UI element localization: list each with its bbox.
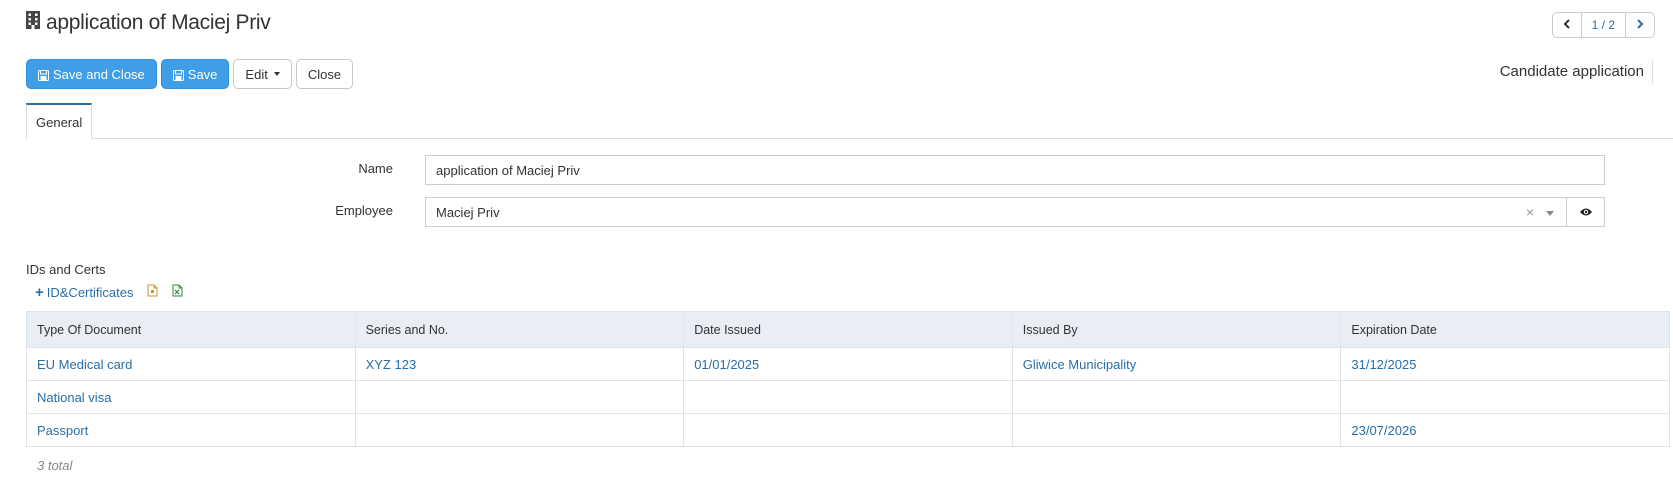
column-header[interactable]: Expiration Date xyxy=(1340,311,1670,348)
close-label: Close xyxy=(307,66,342,82)
tab-general-label: General xyxy=(36,114,83,130)
export-excel-icon[interactable] xyxy=(172,284,183,300)
table-cell[interactable] xyxy=(354,380,685,414)
page-title: application of Maciej Priv xyxy=(25,10,271,36)
table-cell[interactable]: National visa xyxy=(26,380,356,414)
edit-dropdown-button[interactable]: Edit xyxy=(233,59,292,89)
add-id-certificate-link[interactable]: + ID&Certificates xyxy=(35,285,133,300)
table-row[interactable]: National visa xyxy=(26,380,1670,414)
table-total-count: 3 total xyxy=(37,458,73,473)
form-type-label: Candidate application xyxy=(1500,60,1653,84)
close-button[interactable]: Close xyxy=(295,59,354,89)
table-cell[interactable] xyxy=(1340,380,1670,414)
caret-down-icon xyxy=(273,72,280,76)
view-employee-button[interactable] xyxy=(1567,197,1605,227)
table-cell[interactable] xyxy=(683,413,1013,447)
pager-position: 1 / 2 xyxy=(1580,13,1626,37)
column-header[interactable]: Issued By xyxy=(1011,311,1342,348)
edit-label: Edit xyxy=(245,66,268,82)
form-toolbar: Save and Close Save Edit Close xyxy=(26,59,354,89)
table-cell[interactable]: Passport xyxy=(26,413,356,447)
tab-general[interactable]: General xyxy=(26,103,93,140)
employee-row: Employee Maciej Priv × xyxy=(0,197,1673,227)
save-button[interactable]: Save xyxy=(160,59,230,89)
name-label: Name xyxy=(358,161,393,176)
name-input[interactable]: application of Maciej Priv xyxy=(425,155,1605,185)
export-document-icon[interactable] xyxy=(147,284,158,300)
table-cell[interactable] xyxy=(354,413,685,447)
ids-table: Type Of Document Series and No. Date Iss… xyxy=(26,311,1670,447)
name-input-value: application of Maciej Priv xyxy=(436,162,580,178)
table-cell[interactable]: 31/12/2025 xyxy=(1340,347,1670,381)
dropdown-arrow-icon[interactable] xyxy=(1546,211,1554,216)
page-title-text: application of Maciej Priv xyxy=(46,11,271,34)
chevron-right-icon xyxy=(1636,18,1644,32)
next-record-button[interactable] xyxy=(1626,13,1654,37)
tab-bar: General xyxy=(26,103,1673,140)
add-id-certificate-label: ID&Certificates xyxy=(46,284,134,300)
name-row: Name application of Maciej Priv xyxy=(0,155,1673,185)
table-cell[interactable]: EU Medical card xyxy=(26,347,356,381)
eye-icon xyxy=(1579,205,1593,220)
table-cell[interactable]: 01/01/2025 xyxy=(683,347,1013,381)
employee-select-value: Maciej Priv xyxy=(436,204,500,220)
column-header[interactable]: Date Issued xyxy=(683,311,1013,348)
ids-section-actions: + ID&Certificates xyxy=(35,284,183,300)
table-row[interactable]: Passport 23/07/2026 xyxy=(26,413,1670,447)
table-cell[interactable] xyxy=(1011,380,1342,414)
building-icon xyxy=(25,10,41,36)
table-cell[interactable]: Gliwice Municipality xyxy=(1011,347,1342,381)
table-cell[interactable] xyxy=(1011,413,1342,447)
employee-select[interactable]: Maciej Priv × xyxy=(425,197,1567,227)
column-header[interactable]: Series and No. xyxy=(354,311,685,348)
save-label: Save xyxy=(187,66,218,82)
save-and-close-button[interactable]: Save and Close xyxy=(26,59,157,89)
column-header[interactable]: Type Of Document xyxy=(26,311,356,348)
plus-icon: + xyxy=(35,283,44,301)
previous-record-button[interactable] xyxy=(1553,13,1581,37)
floppy-icon xyxy=(172,69,184,81)
save-and-close-label: Save and Close xyxy=(53,66,145,82)
employee-label: Employee xyxy=(335,203,393,218)
table-cell[interactable] xyxy=(683,380,1013,414)
clear-icon[interactable]: × xyxy=(1526,204,1534,220)
table-cell[interactable]: XYZ 123 xyxy=(354,347,685,381)
ids-section-title: IDs and Certs xyxy=(26,262,106,277)
table-header-row: Type Of Document Series and No. Date Iss… xyxy=(26,311,1670,348)
table-cell[interactable]: 23/07/2026 xyxy=(1340,413,1670,447)
chevron-left-icon xyxy=(1563,18,1571,32)
record-pager: 1 / 2 xyxy=(1551,12,1655,38)
table-row[interactable]: EU Medical card XYZ 123 01/01/2025 Gliwi… xyxy=(26,347,1670,381)
floppy-icon xyxy=(38,69,49,81)
